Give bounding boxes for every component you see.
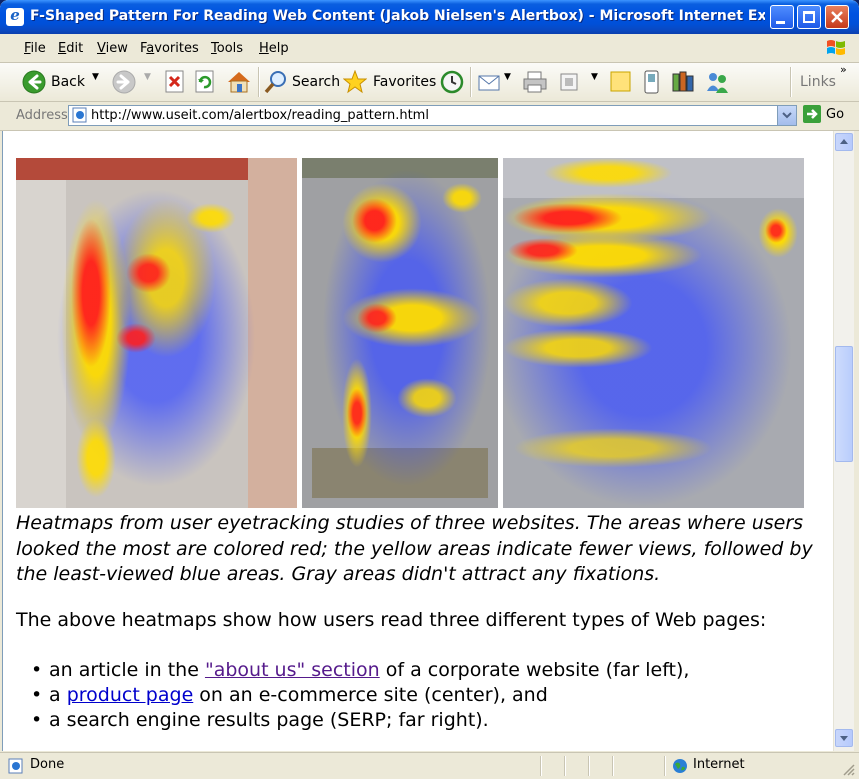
mail-icon — [478, 75, 500, 91]
research-icon — [672, 71, 694, 92]
window-title: F-Shaped Pattern For Reading Web Content… — [30, 8, 765, 24]
chevron-down-icon — [840, 736, 848, 741]
discuss-button[interactable] — [609, 69, 633, 95]
about-us-link[interactable]: "about us" section — [205, 659, 380, 681]
product-page-link[interactable]: product page — [67, 684, 194, 706]
menu-file[interactable]: File — [24, 41, 46, 56]
heatmap-caption: Heatmaps from user eyetracking studies o… — [16, 512, 813, 585]
address-label: Address — [16, 108, 68, 123]
page-types-list: an article in the "about us" section of … — [31, 658, 689, 733]
menu-edit[interactable]: Edit — [58, 41, 83, 56]
heatmap-product-page — [302, 158, 498, 508]
history-icon — [440, 70, 464, 94]
links-toolbar[interactable]: Links — [800, 69, 840, 95]
back-arrow-icon — [22, 70, 46, 94]
address-url: http://www.useit.com/alertbox/reading_pa… — [91, 108, 429, 123]
browser-window: e F-Shaped Pattern For Reading Web Conte… — [0, 0, 859, 779]
maximize-button[interactable] — [797, 5, 821, 29]
forward-arrow-icon — [112, 70, 136, 94]
search-button[interactable]: Search — [264, 69, 341, 95]
toolbar: Back ▼ ▼ Search Favorites ▼ ▼ Links » — [0, 63, 859, 102]
search-label: Search — [292, 74, 341, 90]
phone-icon — [644, 70, 659, 94]
printer-icon — [523, 71, 547, 93]
list-item: a product page on an e-commerce site (ce… — [31, 683, 689, 708]
print-button[interactable] — [522, 69, 548, 95]
stop-button[interactable] — [164, 69, 186, 95]
list-item: a search engine results page (SERP; far … — [31, 708, 689, 733]
menu-view[interactable]: View — [97, 41, 128, 56]
links-label: Links — [800, 74, 836, 90]
menu-help[interactable]: Help — [259, 41, 289, 56]
forward-button[interactable]: ▼ — [112, 69, 152, 95]
ie-icon: e — [6, 6, 24, 26]
scroll-thumb[interactable] — [835, 346, 853, 462]
menu-tools[interactable]: Tools — [211, 41, 243, 56]
go-label: Go — [826, 107, 845, 122]
back-button[interactable]: Back ▼ — [22, 69, 102, 95]
toolbar-chevron-icon[interactable]: » — [840, 63, 847, 89]
list-item: an article in the "about us" section of … — [31, 658, 689, 683]
favorites-star-icon — [343, 70, 367, 94]
back-dropdown-icon[interactable]: ▼ — [92, 72, 99, 82]
edit-button[interactable]: ▼ — [558, 69, 602, 95]
status-bar: Done Internet — [0, 752, 859, 779]
home-icon — [228, 72, 250, 93]
address-dropdown-button[interactable] — [777, 106, 796, 125]
intro-paragraph: The above heatmaps show how users read t… — [16, 609, 767, 631]
note-icon — [610, 71, 631, 92]
menu-bar: File Edit View Favorites Tools Help — [0, 34, 859, 63]
scroll-down-button[interactable] — [835, 729, 853, 747]
page-content: Heatmaps from user eyetracking studies o… — [2, 131, 834, 751]
chevron-up-icon — [840, 139, 848, 144]
edit-dropdown-icon[interactable]: ▼ — [591, 72, 598, 82]
edit-page-icon — [560, 73, 578, 91]
menu-favorites[interactable]: Favorites — [140, 41, 199, 56]
page-done-icon — [8, 758, 23, 774]
address-bar: Address http://www.useit.com/alertbox/re… — [0, 102, 859, 131]
mail-dropdown-icon[interactable]: ▼ — [504, 72, 511, 82]
maximize-icon — [803, 11, 815, 23]
favorites-label: Favorites — [373, 74, 437, 90]
home-button[interactable] — [226, 69, 252, 95]
messenger-button[interactable] — [641, 69, 663, 95]
contacts-button[interactable] — [704, 69, 730, 95]
minimize-button[interactable] — [770, 5, 794, 29]
close-icon — [831, 11, 843, 23]
scroll-up-button[interactable] — [835, 133, 853, 151]
windows-logo-icon — [827, 40, 845, 55]
forward-dropdown-icon[interactable]: ▼ — [144, 72, 151, 82]
go-arrow-icon — [803, 105, 821, 123]
heatmap-serp — [503, 158, 804, 508]
chevron-down-icon — [782, 112, 792, 119]
address-input[interactable]: http://www.useit.com/alertbox/reading_pa… — [68, 105, 797, 126]
research-button[interactable] — [670, 69, 696, 95]
heatmap-corporate-article — [16, 158, 297, 508]
status-text: Done — [30, 757, 65, 772]
search-icon — [264, 71, 286, 94]
stop-icon — [165, 70, 184, 93]
back-label: Back — [51, 74, 85, 90]
favorites-button[interactable]: Favorites — [343, 69, 437, 95]
security-zone: Internet — [693, 757, 745, 772]
refresh-icon — [195, 70, 214, 93]
people-icon — [707, 73, 728, 93]
page-icon — [72, 107, 87, 123]
refresh-button[interactable] — [194, 69, 216, 95]
close-button[interactable] — [825, 5, 849, 29]
title-bar[interactable]: e F-Shaped Pattern For Reading Web Conte… — [0, 0, 859, 34]
internet-globe-icon — [673, 759, 687, 773]
mail-button[interactable]: ▼ — [478, 69, 514, 95]
resize-grip-icon[interactable] — [842, 763, 856, 777]
history-button[interactable] — [440, 69, 464, 95]
vertical-scrollbar[interactable] — [833, 131, 854, 751]
minimize-icon — [776, 21, 785, 24]
